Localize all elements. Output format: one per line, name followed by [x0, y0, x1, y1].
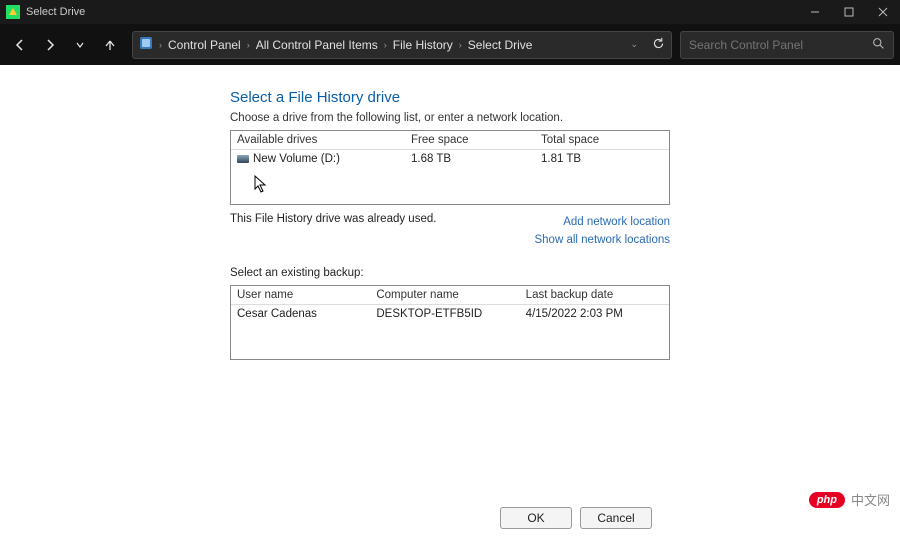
address-bar[interactable]: › Control Panel › All Control Panel Item… [132, 31, 672, 59]
cancel-button[interactable]: Cancel [580, 507, 652, 529]
breadcrumb[interactable]: Control Panel [168, 38, 241, 52]
drives-header-row: Available drives Free space Total space [231, 131, 669, 150]
drives-listbox[interactable]: Available drives Free space Total space … [230, 130, 670, 205]
navbar: › Control Panel › All Control Panel Item… [0, 24, 900, 65]
content-area: Select a File History drive Choose a dri… [0, 65, 900, 539]
app-icon [6, 5, 20, 19]
back-button[interactable] [6, 31, 34, 59]
breadcrumb[interactable]: Select Drive [468, 38, 533, 52]
up-button[interactable] [96, 31, 124, 59]
show-all-network-locations-link[interactable]: Show all network locations [534, 231, 670, 249]
maximize-button[interactable] [832, 0, 866, 24]
recent-dropdown[interactable] [66, 31, 94, 59]
backup-user: Cesar Cadenas [231, 305, 370, 323]
backup-date: 4/15/2022 2:03 PM [520, 305, 669, 323]
add-network-location-link[interactable]: Add network location [534, 213, 670, 231]
chevron-right-icon: › [247, 40, 250, 50]
instruction-text: Choose a drive from the following list, … [230, 112, 900, 124]
backup-row[interactable]: Cesar Cadenas DESKTOP-ETFB5ID 4/15/2022 … [231, 305, 669, 323]
breadcrumb[interactable]: File History [393, 38, 453, 52]
chevron-right-icon: › [459, 40, 462, 50]
watermark-text: 中文网 [851, 490, 890, 509]
backup-computer: DESKTOP-ETFB5ID [370, 305, 519, 323]
col-user-name[interactable]: User name [231, 286, 370, 304]
existing-backup-label: Select an existing backup: [230, 267, 900, 279]
search-box[interactable] [680, 31, 894, 59]
search-icon[interactable] [872, 37, 885, 53]
drive-free: 1.68 TB [405, 150, 535, 168]
col-last-backup-date[interactable]: Last backup date [520, 286, 669, 304]
chevron-down-icon[interactable]: ⌄ [630, 39, 638, 50]
breadcrumb[interactable]: All Control Panel Items [256, 38, 378, 52]
window-title: Select Drive [26, 6, 85, 18]
control-panel-icon [139, 36, 153, 53]
chevron-right-icon: › [159, 40, 162, 50]
col-total-space[interactable]: Total space [535, 131, 665, 149]
refresh-button[interactable] [652, 37, 665, 53]
drive-total: 1.81 TB [535, 150, 665, 168]
forward-button[interactable] [36, 31, 64, 59]
status-text: This File History drive was already used… [230, 213, 436, 249]
watermark: php 中文网 [809, 490, 890, 509]
close-button[interactable] [866, 0, 900, 24]
search-input[interactable] [689, 38, 859, 52]
chevron-right-icon: › [384, 40, 387, 50]
ok-button[interactable]: OK [500, 507, 572, 529]
drive-name: New Volume (D:) [253, 153, 340, 165]
titlebar: Select Drive [0, 0, 900, 24]
backups-listbox[interactable]: User name Computer name Last backup date… [230, 285, 670, 360]
page-title: Select a File History drive [230, 89, 900, 106]
watermark-logo: php [809, 492, 845, 508]
col-available-drives[interactable]: Available drives [231, 131, 405, 149]
drive-icon [237, 155, 249, 163]
backups-header-row: User name Computer name Last backup date [231, 286, 669, 305]
minimize-button[interactable] [798, 0, 832, 24]
col-computer-name[interactable]: Computer name [370, 286, 519, 304]
drive-row[interactable]: New Volume (D:) 1.68 TB 1.81 TB [231, 150, 669, 168]
button-bar: OK Cancel [500, 507, 652, 529]
col-free-space[interactable]: Free space [405, 131, 535, 149]
